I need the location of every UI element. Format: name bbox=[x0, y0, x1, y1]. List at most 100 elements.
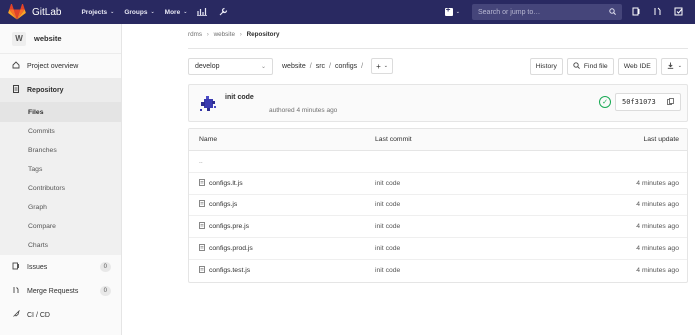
file-last-commit[interactable]: init code bbox=[375, 223, 567, 230]
file-tree-table: Name Last commit Last update .. configs.… bbox=[188, 128, 688, 283]
todos-icon[interactable] bbox=[674, 7, 683, 18]
project-sidebar: W website Project overview Repository Fi… bbox=[0, 24, 122, 335]
find-file-button[interactable]: Find file bbox=[566, 57, 614, 75]
home-icon bbox=[12, 61, 22, 71]
sidebar-item-label: Repository bbox=[27, 86, 64, 94]
path-separator: / bbox=[329, 62, 331, 70]
chevron-down-icon: ⌄ bbox=[183, 9, 188, 15]
web-ide-button[interactable]: Web IDE bbox=[617, 57, 657, 75]
main-content: rdms › website › Repository develop ⌄ we… bbox=[122, 24, 695, 335]
sidebar-sub-contributors[interactable]: Contributors bbox=[0, 179, 121, 198]
top-navbar: GitLab Projects ⌄ Groups ⌄ More ⌄ ⌄ Sear… bbox=[0, 0, 695, 24]
new-dropdown-button[interactable]: ⌄ bbox=[444, 5, 460, 16]
file-name-link[interactable]: configs.pre.js bbox=[209, 223, 249, 230]
sidebar-item-overview[interactable]: Project overview bbox=[0, 54, 121, 78]
table-row[interactable]: configs.js init code 4 minutes ago bbox=[189, 195, 687, 217]
plus-icon: + bbox=[376, 61, 381, 71]
file-name-link[interactable]: configs.lt.js bbox=[209, 180, 243, 187]
search-input[interactable]: Search or jump to… bbox=[472, 4, 622, 20]
search-icon bbox=[609, 7, 616, 17]
nav-groups[interactable]: Groups ⌄ bbox=[124, 7, 154, 18]
issues-icon[interactable] bbox=[632, 7, 641, 18]
path-segment-configs[interactable]: configs bbox=[335, 63, 357, 70]
file-last-update: 4 minutes ago bbox=[636, 267, 679, 275]
path-separator: / bbox=[361, 62, 364, 70]
file-path-breadcrumb: website / src / configs / bbox=[282, 63, 367, 70]
tree-row-parent[interactable]: .. bbox=[189, 151, 687, 173]
project-avatar: W bbox=[12, 31, 26, 46]
sidebar-project-header[interactable]: W website bbox=[0, 24, 121, 54]
sidebar-sub-compare[interactable]: Compare bbox=[0, 217, 121, 236]
merge-requests-icon[interactable] bbox=[653, 7, 662, 18]
author-avatar[interactable] bbox=[197, 93, 219, 115]
commit-title[interactable]: init code bbox=[225, 94, 254, 101]
breadcrumb-project[interactable]: website bbox=[214, 31, 235, 38]
commit-sha[interactable]: 50f31073 bbox=[622, 98, 667, 106]
table-row[interactable]: configs.lt.js init code 4 minutes ago bbox=[189, 173, 687, 195]
sidebar-sub-files[interactable]: Files bbox=[0, 102, 121, 122]
sidebar-item-label: Project overview bbox=[27, 62, 79, 70]
breadcrumb-current[interactable]: Repository bbox=[247, 31, 280, 38]
file-last-commit[interactable]: init code bbox=[375, 201, 567, 208]
sidebar-sub-branches[interactable]: Branches bbox=[0, 141, 121, 160]
file-last-commit[interactable]: init code bbox=[375, 180, 567, 187]
path-segment-website[interactable]: website bbox=[282, 63, 306, 70]
gitlab-logo-icon bbox=[8, 4, 26, 20]
sidebar-item-cicd[interactable]: CI / CD bbox=[0, 303, 121, 327]
sidebar-sub-graph[interactable]: Graph bbox=[0, 198, 121, 217]
breadcrumb-group[interactable]: rdms bbox=[188, 31, 202, 38]
find-file-label: Find file bbox=[583, 62, 608, 70]
sidebar-sub-charts[interactable]: Charts bbox=[0, 236, 121, 255]
sidebar-item-merge-requests[interactable]: Merge Requests 0 bbox=[0, 279, 121, 303]
sidebar-item-label: CI / CD bbox=[27, 311, 50, 319]
breadcrumb: rdms › website › Repository bbox=[188, 31, 279, 38]
header-name: Name bbox=[199, 136, 218, 143]
table-row[interactable]: configs.pre.js init code 4 minutes ago bbox=[189, 216, 687, 239]
sidebar-item-repository[interactable]: Repository bbox=[0, 78, 121, 102]
chevron-down-icon: ⌄ bbox=[110, 9, 115, 15]
breadcrumb-divider bbox=[188, 48, 688, 49]
plus-square-icon bbox=[444, 5, 453, 16]
pipeline-success-icon[interactable]: ✓ bbox=[599, 96, 611, 108]
gitlab-home-link[interactable]: GitLab bbox=[8, 4, 61, 20]
file-last-commit[interactable]: init code bbox=[375, 245, 567, 252]
table-row[interactable]: configs.prod.js init code 4 minutes ago bbox=[189, 238, 687, 260]
sidebar-sub-commits[interactable]: Commits bbox=[0, 122, 121, 141]
file-name-link[interactable]: configs.test.js bbox=[209, 267, 250, 274]
path-separator: / bbox=[309, 62, 312, 70]
path-segment-src[interactable]: src bbox=[316, 63, 325, 70]
copy-icon[interactable] bbox=[667, 97, 674, 107]
file-last-commit[interactable]: init code bbox=[375, 267, 567, 274]
history-button[interactable]: History bbox=[529, 57, 563, 75]
file-icon bbox=[199, 200, 205, 209]
branch-select[interactable]: develop ⌄ bbox=[188, 57, 273, 75]
add-to-tree-button[interactable]: + ⌄ bbox=[371, 58, 393, 74]
file-name-link[interactable]: configs.js bbox=[209, 201, 237, 208]
search-icon bbox=[573, 61, 580, 71]
sidebar-sub-tags[interactable]: Tags bbox=[0, 160, 121, 179]
chevron-down-icon: ⌄ bbox=[455, 9, 460, 15]
chevron-down-icon: ⌄ bbox=[677, 63, 682, 69]
table-row[interactable]: configs.test.js init code 4 minutes ago bbox=[189, 260, 687, 282]
merge-request-icon bbox=[12, 286, 22, 296]
issues-icon bbox=[12, 262, 22, 272]
chevron-down-icon: ⌄ bbox=[383, 63, 388, 69]
sidebar-item-issues[interactable]: Issues 0 bbox=[0, 255, 121, 279]
sidebar-item-label: Merge Requests bbox=[27, 287, 79, 295]
file-name-link[interactable]: configs.prod.js bbox=[209, 245, 253, 252]
commit-sha-box: 50f31073 bbox=[615, 93, 681, 111]
parent-dir-link[interactable]: .. bbox=[189, 158, 375, 165]
breadcrumb-separator: › bbox=[239, 31, 242, 38]
search-placeholder: Search or jump to… bbox=[478, 8, 541, 16]
admin-wrench-icon[interactable] bbox=[219, 7, 228, 18]
activity-chart-icon[interactable] bbox=[197, 7, 208, 18]
nav-groups-label: Groups bbox=[124, 8, 148, 16]
file-last-update: 4 minutes ago bbox=[636, 201, 679, 209]
commit-meta: authored 4 minutes ago bbox=[269, 107, 338, 114]
file-icon bbox=[199, 266, 205, 275]
download-button[interactable]: ⌄ bbox=[660, 57, 688, 75]
issues-count-badge: 0 bbox=[99, 262, 111, 272]
nav-more[interactable]: More ⌄ bbox=[165, 7, 188, 18]
nav-projects[interactable]: Projects ⌄ bbox=[81, 7, 114, 18]
file-last-update: 4 minutes ago bbox=[636, 179, 679, 187]
